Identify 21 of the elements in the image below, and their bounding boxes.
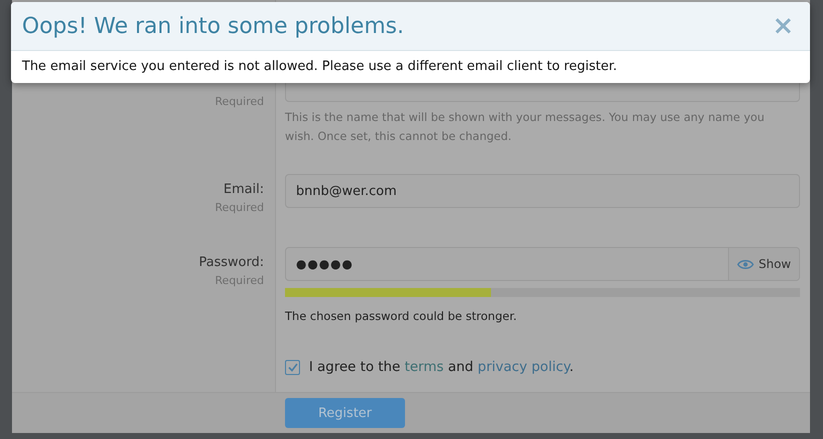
show-password-button[interactable]: Show: [728, 248, 799, 280]
required-note: Required: [215, 95, 264, 108]
terms-link[interactable]: terms: [404, 359, 444, 375]
input-field[interactable]: bnnb@wer.com: [285, 174, 800, 208]
password-dots: ●●●●●: [296, 257, 354, 271]
field-label: Password:: [198, 255, 264, 270]
register-button[interactable]: Register: [285, 398, 405, 428]
password-field[interactable]: ●●●●● Show: [285, 247, 800, 281]
agreement-text: I agree to the terms and privacy policy.: [309, 359, 574, 375]
privacy-link[interactable]: privacy policy: [478, 359, 570, 375]
field-label: Email:: [224, 182, 264, 197]
required-note: Required: [215, 274, 264, 287]
eye-icon: [736, 258, 754, 270]
field-hint: This is the name that will be shown with your messages. You may use any name you wish. Once set, this cannot be changed.: [285, 110, 766, 145]
check-icon: [288, 362, 298, 372]
strength-hint: The chosen password could be stronger.: [285, 309, 518, 323]
required-note: Required: [215, 201, 264, 214]
agree-checkbox[interactable]: [285, 360, 300, 374]
close-button[interactable]: ×: [768, 11, 798, 41]
dialog-title: Oops! We ran into some problems.: [22, 14, 404, 38]
error-message: The email service you entered is not allowed. Please use a different email client to register.: [21, 58, 618, 76]
